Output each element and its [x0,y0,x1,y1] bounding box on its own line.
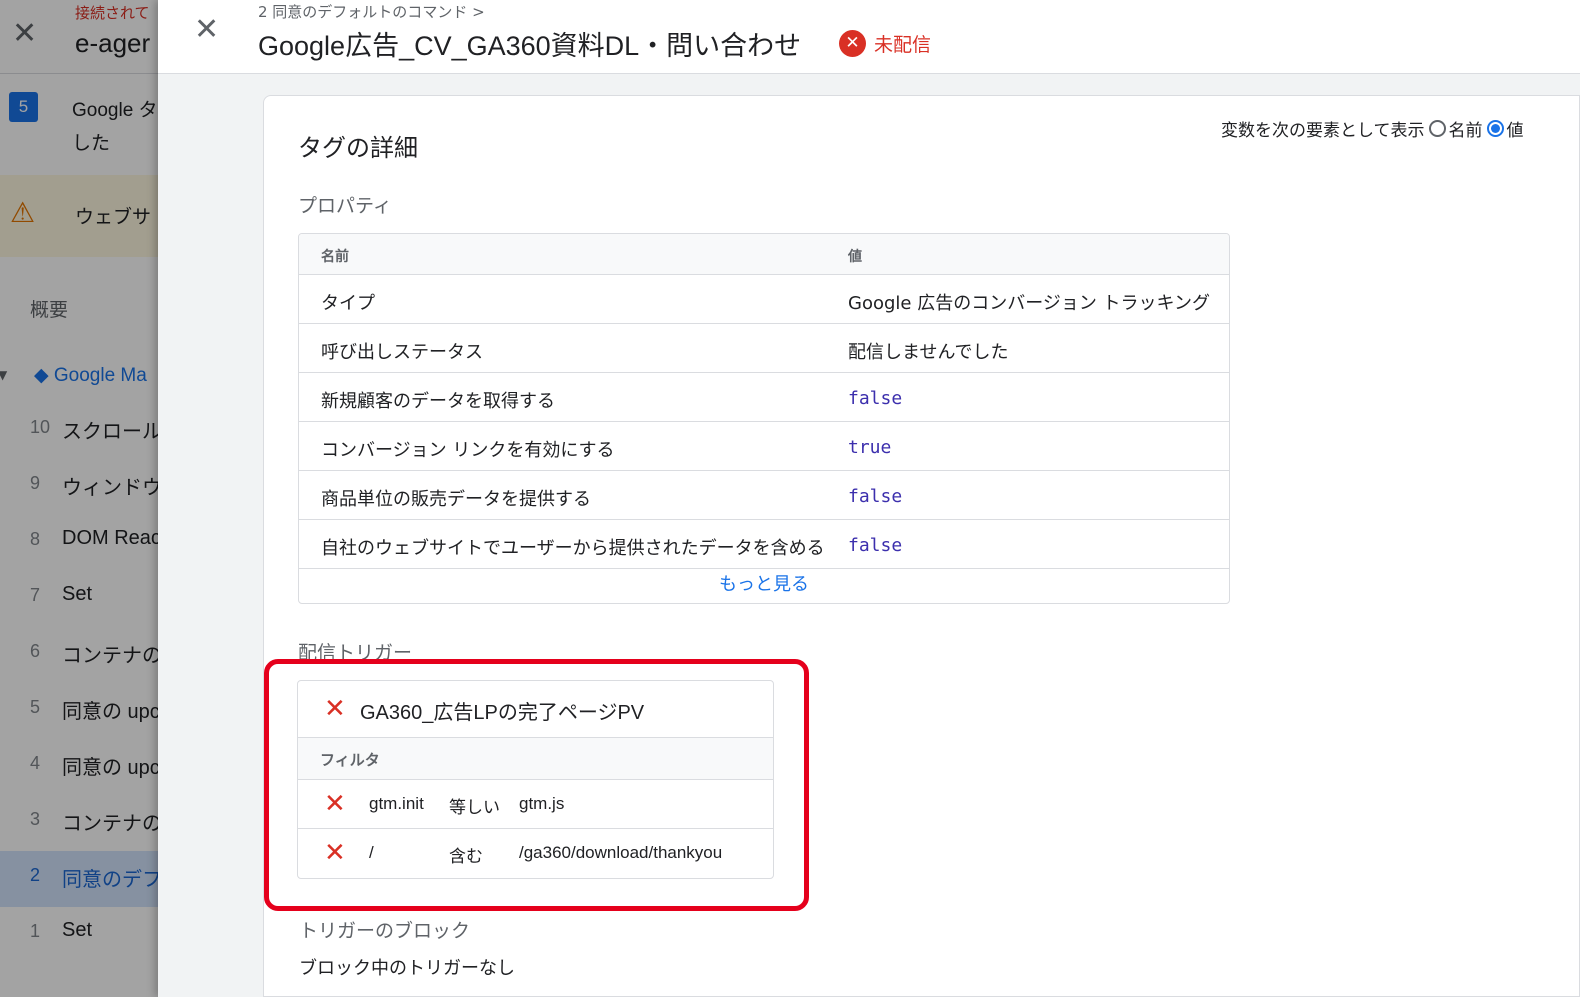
table-row: 商品単位の販売データを提供する false [299,471,1229,520]
filter-operator: 等しい [449,798,500,818]
show-more-link[interactable]: もっと見る [299,569,1229,603]
radio-value[interactable] [1486,120,1504,137]
property-value: 配信しませんでした [848,342,1009,363]
radio-value-label[interactable]: 値 [1507,116,1524,141]
filter-value: /ga360/download/thankyou [519,843,723,862]
filter-row: ✕ / 含む /ga360/download/thankyou [298,829,773,878]
filter-operator: 含む [449,847,483,867]
filter-row: ✕ gtm.init 等しい gtm.js [298,780,773,829]
properties-table: 名前 値 タイプ Google 広告のコンバージョン トラッキング 呼び出しステ… [298,233,1230,604]
not-met-icon: ✕ [324,838,346,868]
error-icon: ✕ [839,30,866,57]
table-row: 自社のウェブサイトでユーザーから提供されたデータを含める false [299,520,1229,569]
property-name: 呼び出しステータス [321,342,483,363]
table-header: 名前 値 [299,234,1229,275]
breadcrumb[interactable]: 2 同意のデフォルトのコマンド > [258,1,485,22]
radio-name[interactable] [1428,120,1446,137]
property-name: コンバージョン リンクを有効にする [321,440,615,461]
page-title: Google広告_CV_GA360資料DL・問い合わせ [258,31,802,61]
blocking-triggers-text: ブロック中のトリガーなし [299,958,515,979]
blocking-triggers-label: トリガーのブロック [299,920,471,942]
property-value: Google 広告のコンバージョン トラッキング [848,293,1211,314]
card-title: タグの詳細 [298,134,418,162]
property-value: false [848,486,903,507]
status-badge: ✕ 未配信 [839,30,931,57]
close-icon[interactable]: ✕ [194,12,219,47]
table-row: コンバージョン リンクを有効にする true [299,422,1229,471]
column-header-value: 値 [848,249,862,265]
table-row: 呼び出しステータス 配信しませんでした [299,324,1229,373]
property-name: タイプ [321,293,375,314]
variable-display-toggle: 変数を次の要素として表示 名前 値 [1221,116,1524,141]
tag-details-drawer: ✕ 2 同意のデフォルトのコマンド > Google広告_CV_GA360資料D… [158,0,1580,997]
trigger-card: ✕ GA360_広告LPの完了ページPV フィルタ ✕ gtm.init 等しい… [297,680,774,879]
table-row: 新規顧客のデータを取得する false [299,373,1229,422]
filter-header: フィルタ [298,738,773,780]
column-header-name: 名前 [321,249,349,265]
not-met-icon: ✕ [324,789,346,819]
radio-name-label[interactable]: 名前 [1449,116,1483,141]
property-value: false [848,388,903,409]
property-name: 新規顧客のデータを取得する [321,391,555,412]
not-met-icon: ✕ [324,694,346,724]
tag-details-card: タグの詳細 変数を次の要素として表示 名前 値 プロパティ 名前 値 タイプ G… [263,95,1580,997]
status-text: 未配信 [874,34,932,56]
filter-variable: / [369,843,374,862]
trigger-title-row[interactable]: ✕ GA360_広告LPの完了ページPV [298,681,773,738]
variable-display-label: 変数を次の要素として表示 [1221,121,1425,141]
properties-label: プロパティ [298,195,392,217]
property-name: 自社のウェブサイトでユーザーから提供されたデータを含める [321,538,825,559]
property-value: true [848,437,892,458]
trigger-name: GA360_広告LPの完了ページPV [360,702,645,724]
filter-label: フィルタ [320,751,380,769]
property-value: false [848,535,903,556]
filter-variable: gtm.init [369,794,424,813]
drawer-header: ✕ 2 同意のデフォルトのコマンド > Google広告_CV_GA360資料D… [158,0,1580,74]
filter-value: gtm.js [519,794,565,813]
overlay-scrim[interactable] [0,0,160,997]
property-name: 商品単位の販売データを提供する [321,489,591,510]
table-row: タイプ Google 広告のコンバージョン トラッキング [299,275,1229,324]
